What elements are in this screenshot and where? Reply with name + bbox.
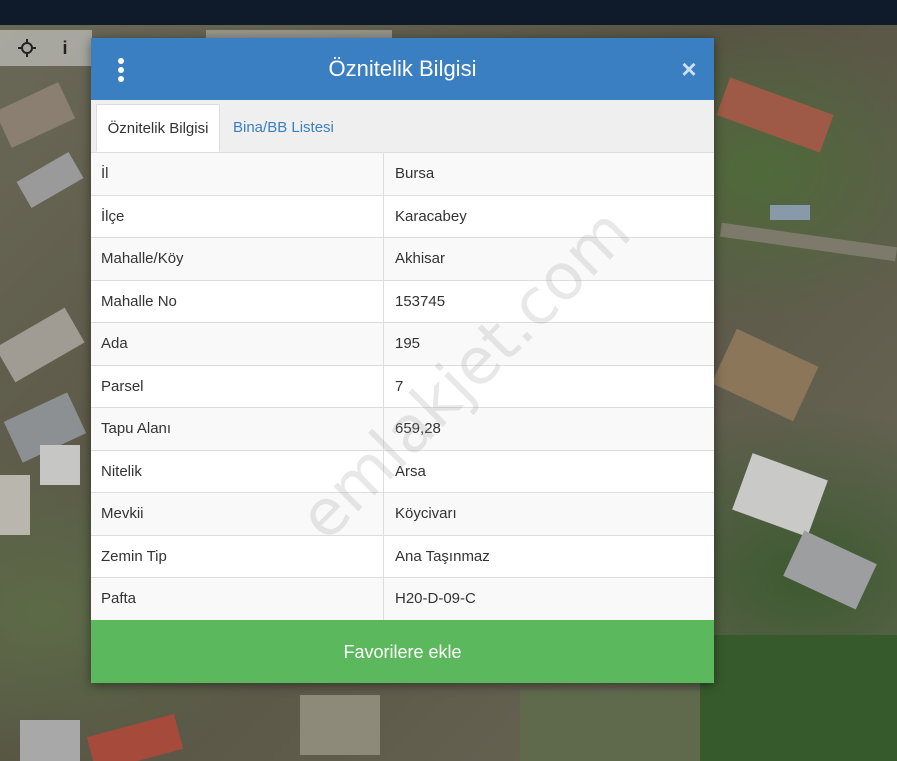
- tab-building-list[interactable]: Bina/BB Listesi: [221, 104, 346, 152]
- row-label: İl: [91, 153, 384, 195]
- tab-attribute-info[interactable]: Öznitelik Bilgisi: [96, 104, 220, 152]
- close-icon[interactable]: ×: [677, 55, 701, 83]
- row-label: Tapu Alanı: [91, 408, 384, 450]
- table-row: Mevkii Köycivarı: [91, 493, 714, 536]
- dialog-header: Öznitelik Bilgisi ×: [91, 38, 714, 100]
- table-row: Ada 195: [91, 323, 714, 366]
- dialog-title: Öznitelik Bilgisi: [328, 56, 477, 81]
- attribute-info-dialog: Öznitelik Bilgisi × Öznitelik Bilgisi Bi…: [91, 38, 714, 683]
- row-value: Ana Taşınmaz: [395, 547, 490, 565]
- row-value: 153745: [395, 292, 446, 310]
- table-row: İlçe Karacabey: [91, 195, 714, 238]
- row-value: 195: [395, 335, 421, 353]
- row-value: Arsa: [395, 462, 426, 480]
- info-icon: i: [62, 37, 68, 58]
- row-label: Nitelik: [91, 450, 384, 492]
- row-label: Pafta: [91, 578, 384, 620]
- table-row: Mahalle/Köy Akhisar: [91, 238, 714, 281]
- row-value: Bursa: [395, 165, 435, 183]
- row-label: Ada: [91, 323, 384, 365]
- move-tool-button[interactable]: [8, 30, 46, 66]
- move-icon: [18, 39, 36, 57]
- table-row: Mahalle No 153745: [91, 280, 714, 323]
- table-row: İl Bursa: [91, 153, 714, 196]
- row-label: Parsel: [91, 365, 384, 407]
- row-value: Karacabey: [395, 207, 467, 225]
- table-row: Nitelik Arsa: [91, 450, 714, 493]
- table-row: Tapu Alanı 659,28: [91, 408, 714, 451]
- attribute-table: İl Bursa İlçe Karacabey Mahalle/Köy Akhisar…: [91, 153, 714, 621]
- row-value: 7: [395, 377, 404, 395]
- table-row: Zemin Tip Ana Taşınmaz: [91, 535, 714, 578]
- table-row: Pafta H20-D-09-C: [91, 578, 714, 621]
- row-label: Mahalle/Köy: [91, 238, 384, 280]
- row-label: Mahalle No: [91, 280, 384, 322]
- row-value: H20-D-09-C: [395, 590, 476, 608]
- add-to-favorites-button[interactable]: Favorilere ekle: [91, 620, 714, 683]
- dialog-tabs: Öznitelik Bilgisi Bina/BB Listesi: [91, 100, 714, 153]
- row-value: Köycivarı: [395, 505, 457, 523]
- row-label: Mevkii: [91, 493, 384, 535]
- top-bar: [0, 0, 897, 25]
- row-label: Zemin Tip: [91, 535, 384, 577]
- row-value: Akhisar: [395, 250, 446, 268]
- info-tool-button[interactable]: i: [46, 30, 84, 66]
- row-value: 659,28: [395, 420, 441, 438]
- row-label: İlçe: [91, 195, 384, 237]
- table-row: Parsel 7: [91, 365, 714, 408]
- toolbar-strip: [206, 30, 392, 38]
